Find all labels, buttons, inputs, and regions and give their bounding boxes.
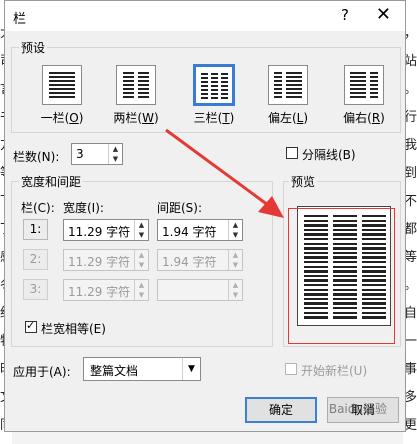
annotation-arrow: [165, 128, 284, 218]
